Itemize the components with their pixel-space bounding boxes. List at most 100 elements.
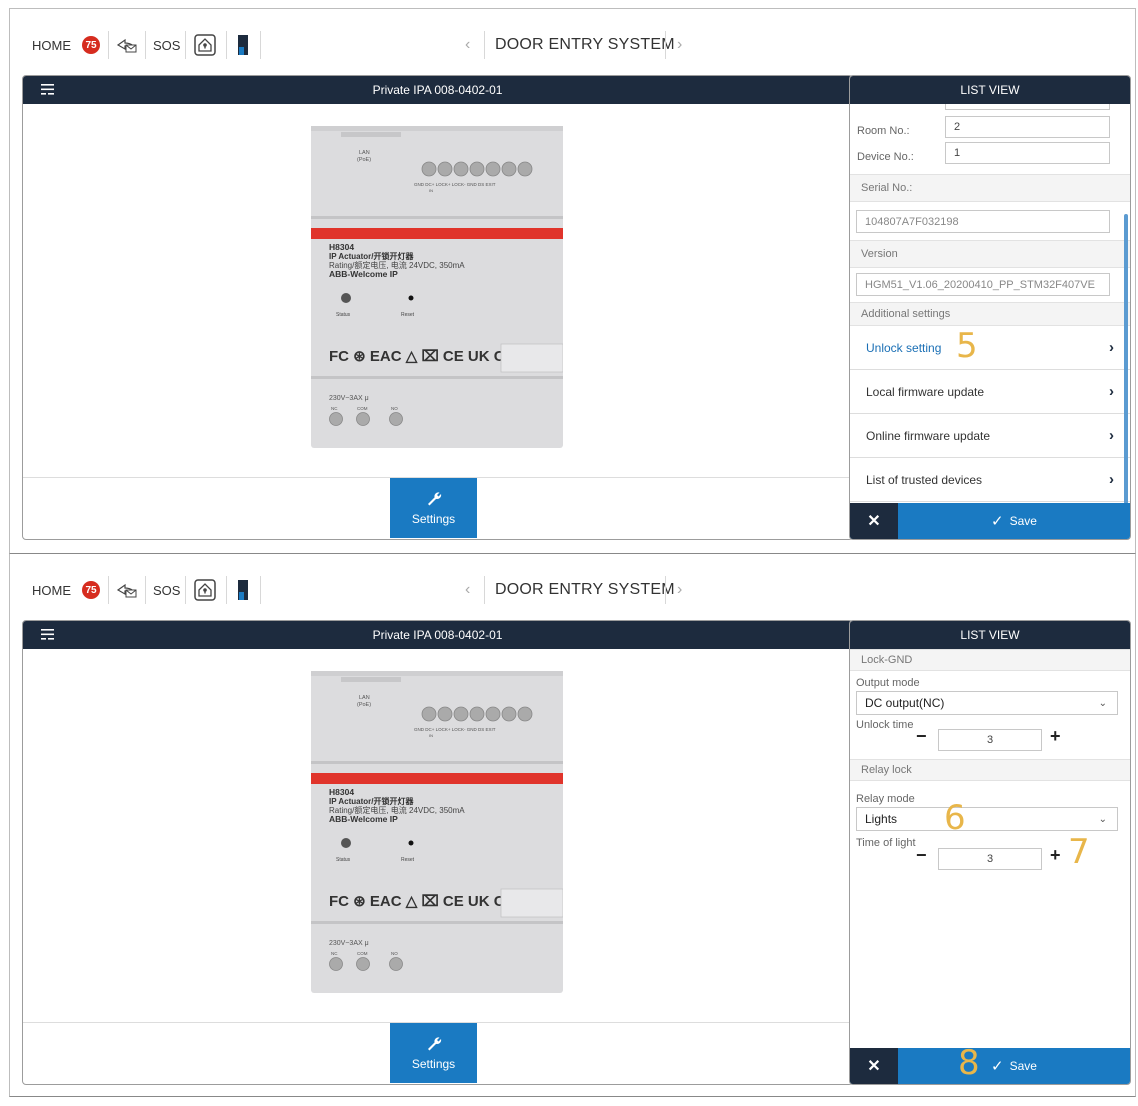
output-mode-label: Output mode <box>856 677 920 689</box>
settings-button[interactable]: Settings <box>390 1023 477 1083</box>
divider <box>484 31 485 59</box>
chevron-right-icon: › <box>1109 339 1114 356</box>
list-menu-icon[interactable] <box>41 629 54 640</box>
list-menu-icon[interactable] <box>41 84 54 95</box>
check-icon: ✓ <box>991 1058 1004 1075</box>
online-firmware-update-item[interactable]: Online firmware update › <box>850 414 1130 458</box>
list-view-panel: LIST VIEW Lock-GND Output mode DC output… <box>849 620 1131 1085</box>
model-label: H8304 <box>329 787 354 797</box>
cancel-button[interactable]: ✕ <box>850 1048 898 1084</box>
device-image-area: LAN (PoE) GND DC+ LOCK+ LOCK- GND DS EXI… <box>23 649 852 1023</box>
device-image-area: LAN (PoE) GND DC+ LOCK+ LOCK- GND DS EXI… <box>23 104 852 478</box>
reset-label: Reset <box>401 857 415 863</box>
settings-button[interactable]: Settings <box>390 478 477 538</box>
next-chevron-icon[interactable]: › <box>677 576 682 604</box>
relay-lock-section: Relay lock <box>850 759 1130 781</box>
in-mark: IN <box>429 733 433 738</box>
relay-no-label: NO <box>391 951 398 956</box>
relay-mode-select[interactable]: Lights ⌄ <box>856 807 1118 831</box>
top-bar: HOME 75 SOS ‹ DOOR ENTRY SYSTEM › <box>10 9 1135 69</box>
chevron-right-icon: › <box>1109 471 1114 488</box>
device-image: LAN (PoE) GND DC+ LOCK+ LOCK- GND DS EXI… <box>311 671 564 998</box>
annotation-8: 8 <box>958 1043 980 1083</box>
unlock-setting-label: Unlock setting <box>866 340 942 355</box>
unlock-time-input[interactable]: 3 <box>938 729 1042 751</box>
trusted-devices-item[interactable]: List of trusted devices › <box>850 458 1130 502</box>
list-view-body: Room No.: 2 Device No.: 1 Serial No.: 10… <box>850 104 1130 503</box>
save-button[interactable]: ✓ Save <box>898 1048 1130 1084</box>
save-label: Save <box>1009 514 1037 528</box>
relay-rating-label: 230V~3AX μ <box>329 395 369 402</box>
model-label: H8304 <box>329 242 354 252</box>
screenshot-2: HOME 75 SOS ‹ DOOR ENTRY SYSTEM › Privat… <box>9 554 1136 1097</box>
relay-mode-value: Lights <box>865 812 898 826</box>
poe-label: (PoE) <box>357 157 371 163</box>
relay-rating-label: 230V~3AX μ <box>329 940 369 947</box>
check-icon: ✓ <box>991 513 1004 530</box>
relay-com-label: COM <box>357 406 368 411</box>
top-bar: HOME 75 SOS ‹ DOOR ENTRY SYSTEM › <box>10 554 1135 614</box>
local-firmware-update-label: Local firmware update <box>866 384 985 399</box>
time-of-light-plus-button[interactable]: + <box>1050 845 1061 866</box>
divider <box>665 31 666 59</box>
divider <box>665 576 666 604</box>
trusted-devices-label: List of trusted devices <box>866 472 983 487</box>
save-label: Save <box>1009 1059 1037 1073</box>
device-panel: Private IPA 008-0402-01 LAN (PoE) GND DC… <box>22 620 853 1085</box>
next-chevron-icon[interactable]: › <box>677 31 682 59</box>
product-name-label: IP Actuator/开锁开灯器 <box>329 251 414 261</box>
time-of-light-minus-button[interactable]: − <box>916 845 927 866</box>
device-no-input[interactable]: 1 <box>945 142 1110 164</box>
device-panel-title: Private IPA 008-0402-01 <box>372 83 503 97</box>
relay-com-label: COM <box>357 951 368 956</box>
page-title: DOOR ENTRY SYSTEM <box>495 581 675 598</box>
list-view-header: LIST VIEW <box>850 76 1130 104</box>
chevron-down-icon: ⌄ <box>1098 813 1107 825</box>
divider <box>484 576 485 604</box>
list-view-footer: ✕ ✓ Save 8 <box>850 1043 1130 1084</box>
serial-no-field: 104807A7F032198 <box>856 210 1110 233</box>
chevron-down-icon: ⌄ <box>1098 697 1107 709</box>
chevron-right-icon: › <box>1109 383 1114 400</box>
save-button[interactable]: ✓ Save <box>898 503 1130 539</box>
screenshot-1: HOME 75 SOS ‹ DOOR ENTRY SYSTEM › Privat… <box>9 8 1136 554</box>
page-title: DOOR ENTRY SYSTEM <box>495 36 675 53</box>
field-partial <box>945 104 1110 110</box>
relay-no-label: NO <box>391 406 398 411</box>
device-panel-header: Private IPA 008-0402-01 <box>23 621 852 649</box>
reset-label: Reset <box>401 312 415 318</box>
chevron-right-icon: › <box>1109 427 1114 444</box>
scrollbar[interactable] <box>1124 214 1128 503</box>
terminal-labels: GND DC+ LOCK+ LOCK- GND DS EXIT <box>414 182 496 187</box>
device-panel-header: Private IPA 008-0402-01 <box>23 76 852 104</box>
annotation-5: 5 <box>956 326 978 366</box>
prev-chevron-icon[interactable]: ‹ <box>465 31 470 59</box>
prev-chevron-icon[interactable]: ‹ <box>465 576 470 604</box>
list-view-panel: LIST VIEW Room No.: 2 Device No.: 1 Seri… <box>849 75 1131 540</box>
time-of-light-input[interactable]: 3 <box>938 848 1042 870</box>
online-firmware-update-label: Online firmware update <box>866 428 991 443</box>
status-label: Status <box>336 857 351 863</box>
unlock-setting-item[interactable]: Unlock setting › <box>850 326 1130 370</box>
list-view-header: LIST VIEW <box>850 621 1130 649</box>
unlock-time-plus-button[interactable]: + <box>1050 726 1061 747</box>
brand-label: ABB-Welcome IP <box>329 269 398 279</box>
poe-label: (PoE) <box>357 702 371 708</box>
certification-marks: FC ⊛ EAC △ ⌧ CE UK CA <box>329 893 516 910</box>
local-firmware-update-item[interactable]: Local firmware update › <box>850 370 1130 414</box>
annotation-6: 6 <box>944 798 966 838</box>
settings-label: Settings <box>411 512 456 526</box>
settings-label: Settings <box>411 1057 456 1071</box>
device-panel: Private IPA 008-0402-01 LAN (PoE) GND DC… <box>22 75 853 540</box>
in-mark: IN <box>429 188 433 193</box>
device-panel-title: Private IPA 008-0402-01 <box>372 628 503 642</box>
unlock-time-minus-button[interactable]: − <box>916 726 927 747</box>
wrench-icon <box>427 1037 441 1051</box>
room-no-input[interactable]: 2 <box>945 116 1110 138</box>
serial-no-section: Serial No.: <box>850 174 1130 202</box>
version-field: HGM51_V1.06_20200410_PP_STM32F407VE <box>856 273 1110 296</box>
annotation-7: 7 <box>1068 832 1090 872</box>
cancel-button[interactable]: ✕ <box>850 503 898 539</box>
lan-label: LAN <box>359 150 370 156</box>
output-mode-select[interactable]: DC output(NC) ⌄ <box>856 691 1118 715</box>
